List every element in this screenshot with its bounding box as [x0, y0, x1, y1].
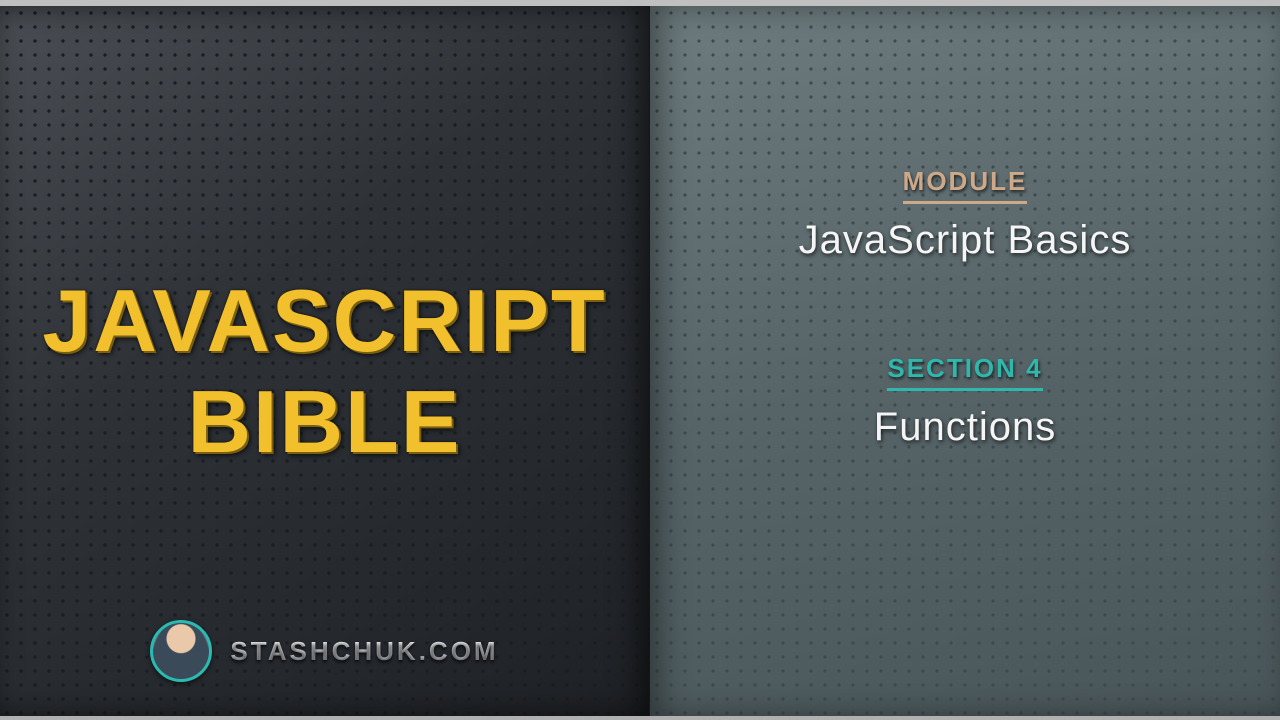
section-block: SECTION 4 Functions [874, 353, 1056, 450]
course-title-line1: JAVASCRIPT [42, 270, 606, 371]
course-title-line2: BIBLE [42, 371, 606, 472]
title-container: JAVASCRIPT BIBLE [0, 6, 649, 716]
author-avatar [150, 620, 212, 682]
section-label: SECTION 4 [887, 353, 1042, 391]
left-panel: JAVASCRIPT BIBLE STASHCHUK.COM [0, 6, 650, 716]
module-value: JavaScript Basics [799, 218, 1132, 263]
course-title: JAVASCRIPT BIBLE [42, 270, 606, 472]
site-url: STASHCHUK.COM [230, 636, 498, 667]
section-value: Functions [874, 405, 1056, 450]
footer: STASHCHUK.COM [0, 620, 649, 682]
right-panel: MODULE JavaScript Basics SECTION 4 Funct… [650, 6, 1280, 716]
module-block: MODULE JavaScript Basics [799, 166, 1132, 263]
module-label: MODULE [903, 166, 1028, 204]
slide: JAVASCRIPT BIBLE STASHCHUK.COM MODULE Ja… [0, 0, 1280, 720]
